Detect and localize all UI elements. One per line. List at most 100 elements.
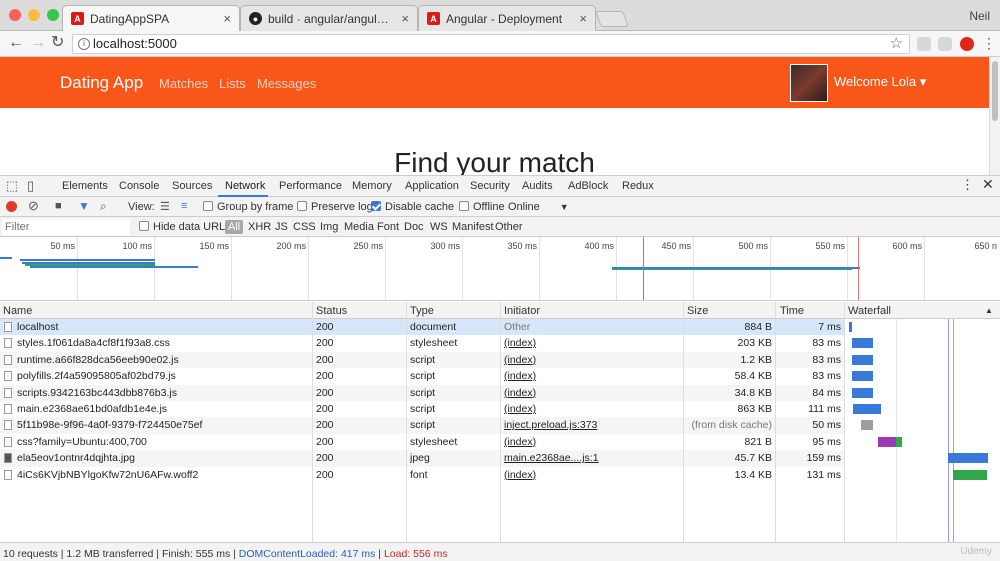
column-header-initiator[interactable]: Initiator [504, 305, 540, 317]
github-icon: ● [249, 12, 262, 25]
page-scrollbar[interactable] [989, 57, 1000, 175]
close-tab-icon[interactable]: × [579, 11, 587, 26]
filter-type-xhr[interactable]: XHR [248, 221, 271, 233]
throttling-select[interactable]: Online ▼ [508, 201, 569, 213]
welcome-dropdown[interactable]: Welcome Lola ▾ [834, 74, 926, 90]
tab-audits[interactable]: Audits [522, 180, 553, 192]
nav-link-lists[interactable]: Lists [219, 76, 246, 91]
profile-name[interactable]: Neil [969, 9, 990, 23]
request-initiator[interactable]: main.e2368ae....js:1 [504, 452, 680, 464]
table-row[interactable]: 4iCs6KVjbNBYlgoKfw72nU6AFw.woff2 200 font (… [0, 467, 844, 483]
column-header-time[interactable]: Time [780, 305, 804, 317]
clear-icon[interactable]: ⊘ [28, 198, 39, 214]
table-row[interactable]: localhost 200 document Other 884 B 7 ms [0, 319, 844, 336]
column-header-name[interactable]: Name [3, 305, 32, 317]
tab-security[interactable]: Security [470, 180, 510, 192]
filter-type-other[interactable]: Other [495, 221, 523, 233]
network-overview[interactable]: 50 ms 100 ms 150 ms 200 ms 250 ms 300 ms… [0, 237, 1000, 301]
sort-ascending-icon[interactable]: ▲ [985, 306, 993, 315]
overview-icon[interactable]: ≡ [181, 200, 187, 212]
filter-type-all[interactable]: All [225, 220, 244, 234]
tab-network[interactable]: Network [225, 180, 265, 192]
request-type: script [410, 353, 436, 366]
tab-title: DatingAppSPA [90, 11, 170, 26]
table-row[interactable]: main.e2368ae61bd0afdb1e4e.js 200 script (in… [0, 401, 844, 417]
close-tab-icon[interactable]: × [401, 11, 409, 26]
tab-console[interactable]: Console [119, 180, 159, 192]
request-initiator[interactable]: (index) [504, 354, 680, 366]
bookmark-star-icon[interactable]: ☆ [890, 35, 903, 53]
search-icon[interactable]: ⌕ [100, 199, 107, 214]
table-row[interactable]: polyfills.2f4a59095805af02bd79.js 200 scri… [0, 368, 844, 384]
column-header-status[interactable]: Status [316, 305, 347, 317]
tab-application[interactable]: Application [405, 180, 459, 192]
table-row[interactable]: runtime.a66f828dca56eeb90e02.js 200 script… [0, 351, 844, 369]
close-tab-icon[interactable]: × [223, 11, 231, 26]
close-devtools-icon[interactable]: ✕ [982, 176, 994, 193]
table-row[interactable]: css?family=Ubuntu:400,700 200 stylesheet (i… [0, 434, 844, 450]
request-size: 13.4 KB [734, 468, 772, 481]
tab-elements[interactable]: Elements [62, 180, 108, 192]
filter-type-doc[interactable]: Doc [404, 221, 424, 233]
filter-type-media[interactable]: Media [344, 221, 374, 233]
nav-link-matches[interactable]: Matches [159, 76, 208, 91]
filter-icon[interactable]: ▼ [78, 199, 90, 213]
maximize-window-icon[interactable] [47, 9, 59, 21]
request-initiator[interactable]: (index) [504, 469, 680, 481]
request-initiator[interactable]: (index) [504, 403, 680, 415]
info-icon[interactable]: i [78, 38, 90, 50]
minimize-window-icon[interactable] [28, 9, 40, 21]
column-header-size[interactable]: Size [687, 305, 708, 317]
record-icon[interactable] [6, 201, 17, 212]
menu-dots-icon[interactable]: ⋮ [982, 35, 996, 51]
request-initiator[interactable]: (index) [504, 337, 680, 349]
forward-arrow-icon[interactable]: → [30, 35, 46, 51]
filter-type-font[interactable]: Font [377, 221, 399, 233]
column-header-waterfall[interactable]: Waterfall [848, 305, 891, 317]
new-tab-button[interactable] [595, 11, 629, 27]
request-initiator[interactable]: (index) [504, 387, 680, 399]
extension-icon[interactable] [917, 37, 931, 51]
capture-screenshots-icon[interactable]: ■ [55, 200, 62, 212]
extension-icon[interactable] [938, 37, 952, 51]
disable-cache-checkbox[interactable]: Disable cache [371, 201, 454, 213]
request-initiator[interactable]: inject.preload.js:373 [504, 419, 680, 431]
table-row[interactable]: scripts.9342163bc443dbb876b3.js 200 script… [0, 384, 844, 401]
filter-input[interactable] [2, 219, 130, 235]
brand-link[interactable]: Dating App [60, 73, 143, 93]
hide-data-urls-checkbox[interactable]: Hide data URLs [139, 221, 231, 233]
request-initiator[interactable]: (index) [504, 436, 680, 448]
url-input[interactable]: i localhost:5000 ☆ [72, 34, 910, 54]
table-row[interactable]: 5f11b98e-9f96-4a0f-9379-f724450e75ef 200 s… [0, 417, 844, 434]
offline-checkbox[interactable]: Offline [459, 201, 505, 213]
reload-icon[interactable]: ↻ [51, 35, 64, 51]
table-row[interactable]: styles.1f061da8a4cf8f1f93a8.css 200 styles… [0, 335, 844, 351]
tab-memory[interactable]: Memory [352, 180, 392, 192]
column-header-type[interactable]: Type [410, 305, 434, 317]
browser-tab-angular-deployment[interactable]: A Angular - Deployment × [418, 5, 596, 31]
browser-tab-datingappspa[interactable]: A DatingAppSPA × [62, 5, 240, 31]
avatar [790, 64, 828, 102]
device-toolbar-icon[interactable]: ▯ [27, 178, 34, 194]
large-rows-icon[interactable]: ☰ [160, 200, 170, 213]
filter-type-css[interactable]: CSS [293, 221, 316, 233]
tab-performance[interactable]: Performance [279, 180, 342, 192]
preserve-log-checkbox[interactable]: Preserve log [297, 201, 373, 213]
tab-sources[interactable]: Sources [172, 180, 212, 192]
tab-adblock[interactable]: AdBlock [568, 180, 608, 192]
nav-link-messages[interactable]: Messages [257, 76, 316, 91]
request-initiator[interactable]: (index) [504, 370, 680, 382]
filter-type-ws[interactable]: WS [430, 221, 448, 233]
back-arrow-icon[interactable]: ← [8, 35, 24, 51]
group-by-frame-checkbox[interactable]: Group by frame [203, 201, 293, 213]
tab-redux[interactable]: Redux [622, 180, 654, 192]
filter-type-img[interactable]: Img [320, 221, 338, 233]
close-window-icon[interactable] [9, 9, 21, 21]
inspect-element-icon[interactable]: ⬚ [6, 178, 18, 194]
opera-icon[interactable] [960, 37, 974, 51]
filter-type-manifest[interactable]: Manifest [452, 221, 494, 233]
browser-tab-build-wiki[interactable]: ● build · angular/angular-cli Wiki × [240, 5, 418, 31]
filter-type-js[interactable]: JS [275, 221, 288, 233]
table-row[interactable]: ela5eov1ontnr4dqjhta.jpg 200 jpeg main.e236… [0, 450, 844, 467]
devtools-menu-icon[interactable]: ⋮ [961, 177, 974, 193]
